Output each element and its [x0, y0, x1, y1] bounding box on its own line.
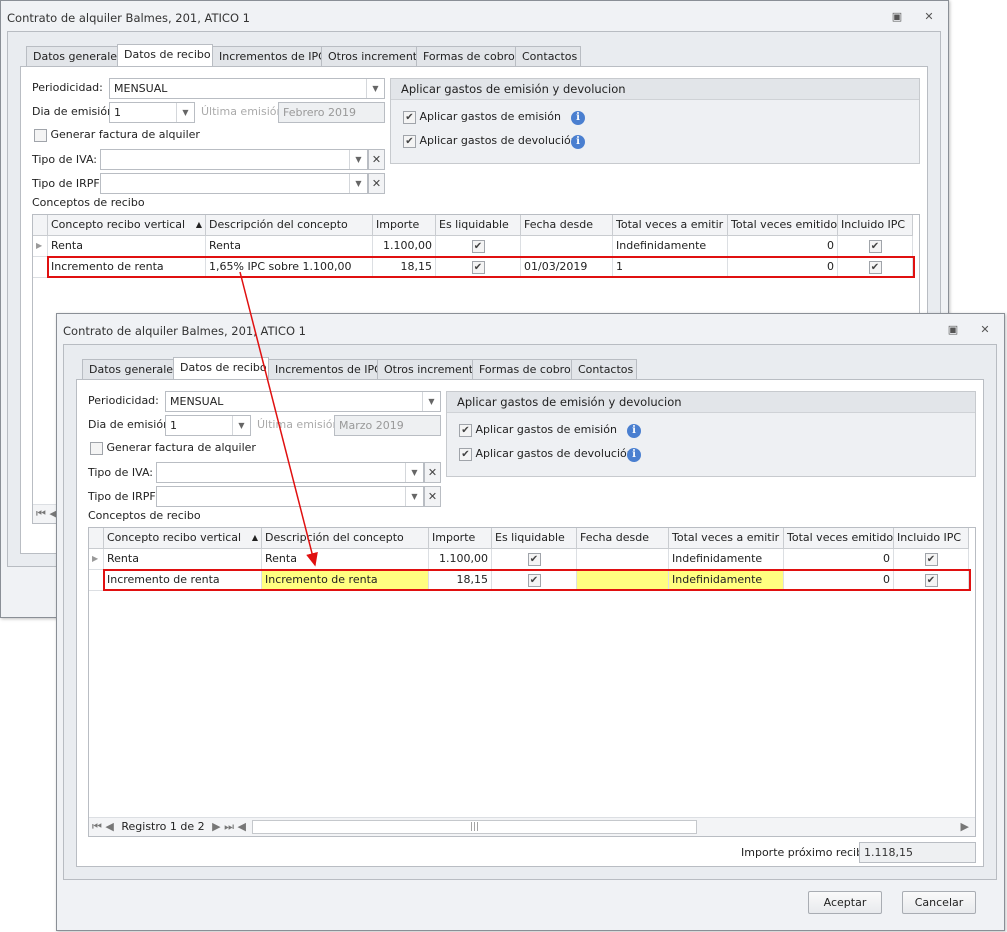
annotation-arrow: [239, 271, 318, 567]
